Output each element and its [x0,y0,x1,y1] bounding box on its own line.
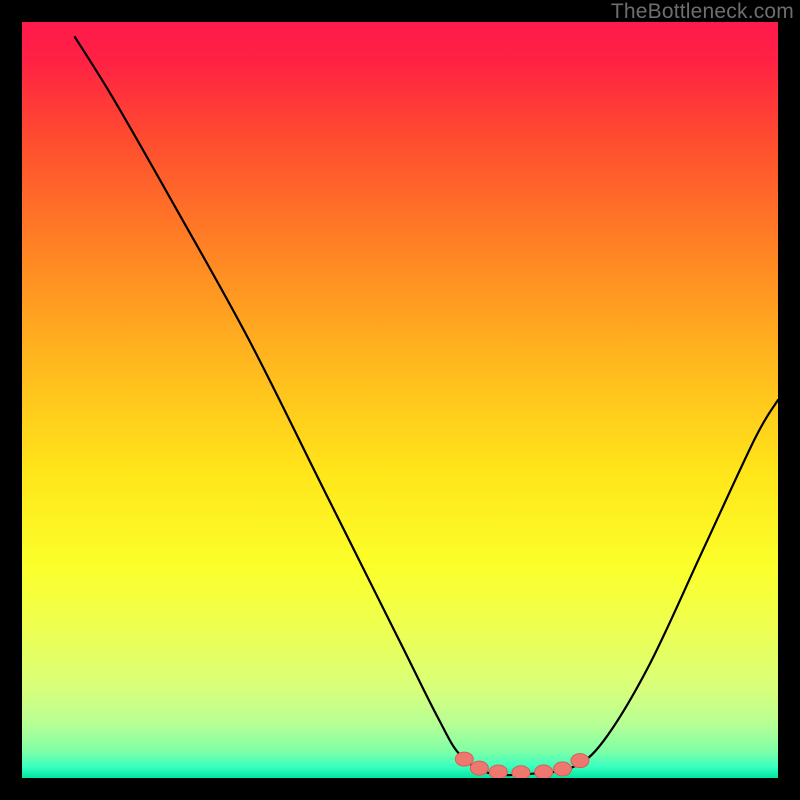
curve-marker [571,754,589,768]
curve-marker [554,762,572,776]
curve-marker [535,765,553,778]
chart-plot-area [22,22,778,778]
curve-marker [512,766,530,778]
curve-marker [455,752,473,766]
curve-marker [489,765,507,778]
watermark-text: TheBottleneck.com [611,0,794,24]
bottleneck-curve [22,22,778,778]
curve-marker [470,761,488,775]
